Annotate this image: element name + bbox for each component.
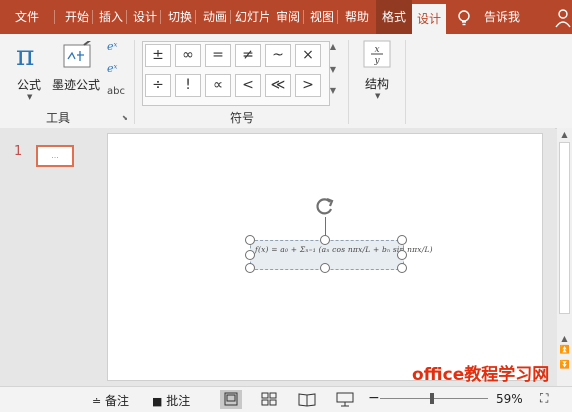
structures-button[interactable]: x y 结构 ▼ [360, 39, 400, 105]
watermark-text: office教程学习网 [412, 365, 550, 385]
group-divider [405, 40, 406, 124]
slide-sorter-button[interactable] [258, 390, 280, 409]
gallery-scroll-up-icon[interactable]: ▲ [328, 42, 338, 51]
scroll-up-icon[interactable]: ▲ [557, 334, 572, 343]
symbol-greater-than[interactable]: > [295, 74, 321, 97]
resize-handle-right[interactable] [397, 250, 407, 260]
comments-button[interactable]: ■ 批注 [152, 392, 190, 409]
group-divider [134, 40, 135, 124]
status-bar: ≐ 备注 ■ 批注 − 59% ⛶ [0, 386, 572, 412]
equation-label: 公式 [17, 78, 42, 92]
symbol-tilde[interactable]: ~ [265, 44, 291, 67]
ink-equation-icon [63, 41, 91, 68]
vertical-scrollbar[interactable]: ▲ ▲ ⏫ ⏬ [557, 128, 572, 386]
ribbon-tab-bar: 文件 开始 插入 设计 切换 动画 幻灯片 审阅 视图 帮助 格式 设计 告诉我 [0, 0, 572, 34]
tools-group-label: 工具 [46, 111, 71, 125]
tab-equation-design[interactable]: 设计 [412, 4, 446, 34]
tab-home[interactable]: 开始 [62, 0, 93, 34]
dialog-launcher-icon[interactable]: ⬊ [122, 114, 128, 122]
notes-button[interactable]: ≐ 备注 [92, 392, 129, 409]
professional-format-icon[interactable]: eˣ [107, 40, 117, 53]
symbol-much-less-than[interactable]: ≪ [265, 74, 291, 97]
notes-icon: ≐ [92, 395, 102, 408]
symbol-equals[interactable]: = [205, 44, 231, 67]
reading-view-icon [298, 393, 316, 407]
resize-handle-bottom-left[interactable] [245, 263, 255, 273]
ribbon-panel: π 公式 ▼ 墨迹公式 eˣ eˣ abc 工具 ⬊ ± ∞ = ≠ ~ × ÷… [0, 34, 572, 129]
linear-format-icon[interactable]: eˣ [107, 62, 117, 75]
normal-view-icon [224, 392, 238, 406]
resize-handle-left[interactable] [245, 250, 255, 260]
symbol-less-than[interactable]: < [235, 74, 261, 97]
rotate-handle-icon[interactable] [314, 196, 336, 218]
tab-insert[interactable]: 插入 [96, 0, 127, 34]
slideshow-button[interactable] [334, 390, 356, 409]
symbol-infinity[interactable]: ∞ [175, 44, 201, 67]
equation-button[interactable]: π 公式 ▼ [12, 39, 48, 103]
notes-label: 备注 [105, 394, 130, 408]
pi-icon: π [16, 39, 35, 72]
tab-format[interactable]: 格式 [376, 0, 412, 34]
scrollbar-thumb[interactable] [559, 142, 570, 314]
zoom-slider-track[interactable] [380, 398, 488, 399]
comments-label: 批注 [166, 394, 191, 408]
scroll-up-icon[interactable]: ▲ [557, 130, 572, 139]
symbol-divide[interactable]: ÷ [145, 74, 171, 97]
resize-handle-top-left[interactable] [245, 235, 255, 245]
tab-review[interactable]: 审阅 [273, 0, 304, 34]
thumbnail-content: ... [51, 151, 59, 160]
tab-transitions[interactable]: 切换 [165, 0, 196, 34]
symbol-not-equal[interactable]: ≠ [235, 44, 261, 67]
gallery-scroll-down-icon[interactable]: ▼ [328, 65, 338, 74]
fit-to-window-icon[interactable]: ⛶ [540, 391, 548, 406]
normal-view-button[interactable] [220, 390, 242, 409]
chevron-down-icon: ▼ [375, 92, 381, 100]
svg-text:y: y [373, 56, 380, 66]
ink-equation-button[interactable]: 墨迹公式 [52, 39, 104, 103]
gallery-more-icon[interactable]: ▼ [328, 86, 338, 95]
slideshow-icon [336, 392, 354, 407]
symbol-times[interactable]: × [295, 44, 321, 67]
tab-file[interactable]: 文件 [0, 0, 55, 34]
fraction-structure-icon: x y [363, 40, 391, 68]
zoom-level[interactable]: 59% [496, 392, 523, 406]
resize-handle-top[interactable] [320, 235, 330, 245]
chevron-down-icon: ▼ [27, 93, 33, 101]
tab-slideshow[interactable]: 幻灯片 [235, 0, 269, 34]
tell-me-search[interactable]: 告诉我 [478, 0, 526, 34]
group-divider [348, 40, 349, 124]
tab-view[interactable]: 视图 [307, 0, 338, 34]
share-person-icon[interactable] [554, 8, 572, 28]
slide-sorter-icon [261, 392, 277, 406]
next-slide-icon[interactable]: ⏬ [557, 360, 572, 369]
ink-equation-label: 墨迹公式 [52, 78, 101, 92]
symbols-group-label: 符号 [230, 111, 255, 125]
tab-help[interactable]: 帮助 [342, 0, 372, 34]
symbol-proportional[interactable]: ∝ [205, 74, 231, 97]
resize-handle-bottom-right[interactable] [397, 263, 407, 273]
tab-design[interactable]: 设计 [130, 0, 161, 34]
structures-label: 结构 [365, 77, 390, 91]
slide-thumbnail-pane: 1 ... [0, 128, 95, 386]
tab-animations[interactable]: 动画 [200, 0, 231, 34]
resize-handle-bottom[interactable] [320, 263, 330, 273]
comment-icon: ■ [152, 395, 163, 408]
zoom-out-icon[interactable]: − [368, 390, 380, 406]
lightbulb-icon [458, 10, 470, 26]
zoom-slider-thumb[interactable] [430, 393, 434, 404]
slide-thumbnail[interactable]: ... [36, 145, 74, 167]
previous-slide-icon[interactable]: ⏫ [557, 345, 572, 354]
resize-handle-top-right[interactable] [397, 235, 407, 245]
reading-view-button[interactable] [296, 390, 318, 409]
normal-text-button[interactable]: abc [107, 86, 125, 97]
symbol-factorial[interactable]: ! [175, 74, 201, 97]
slide-number: 1 [14, 144, 23, 159]
symbol-plus-minus[interactable]: ± [145, 44, 171, 67]
